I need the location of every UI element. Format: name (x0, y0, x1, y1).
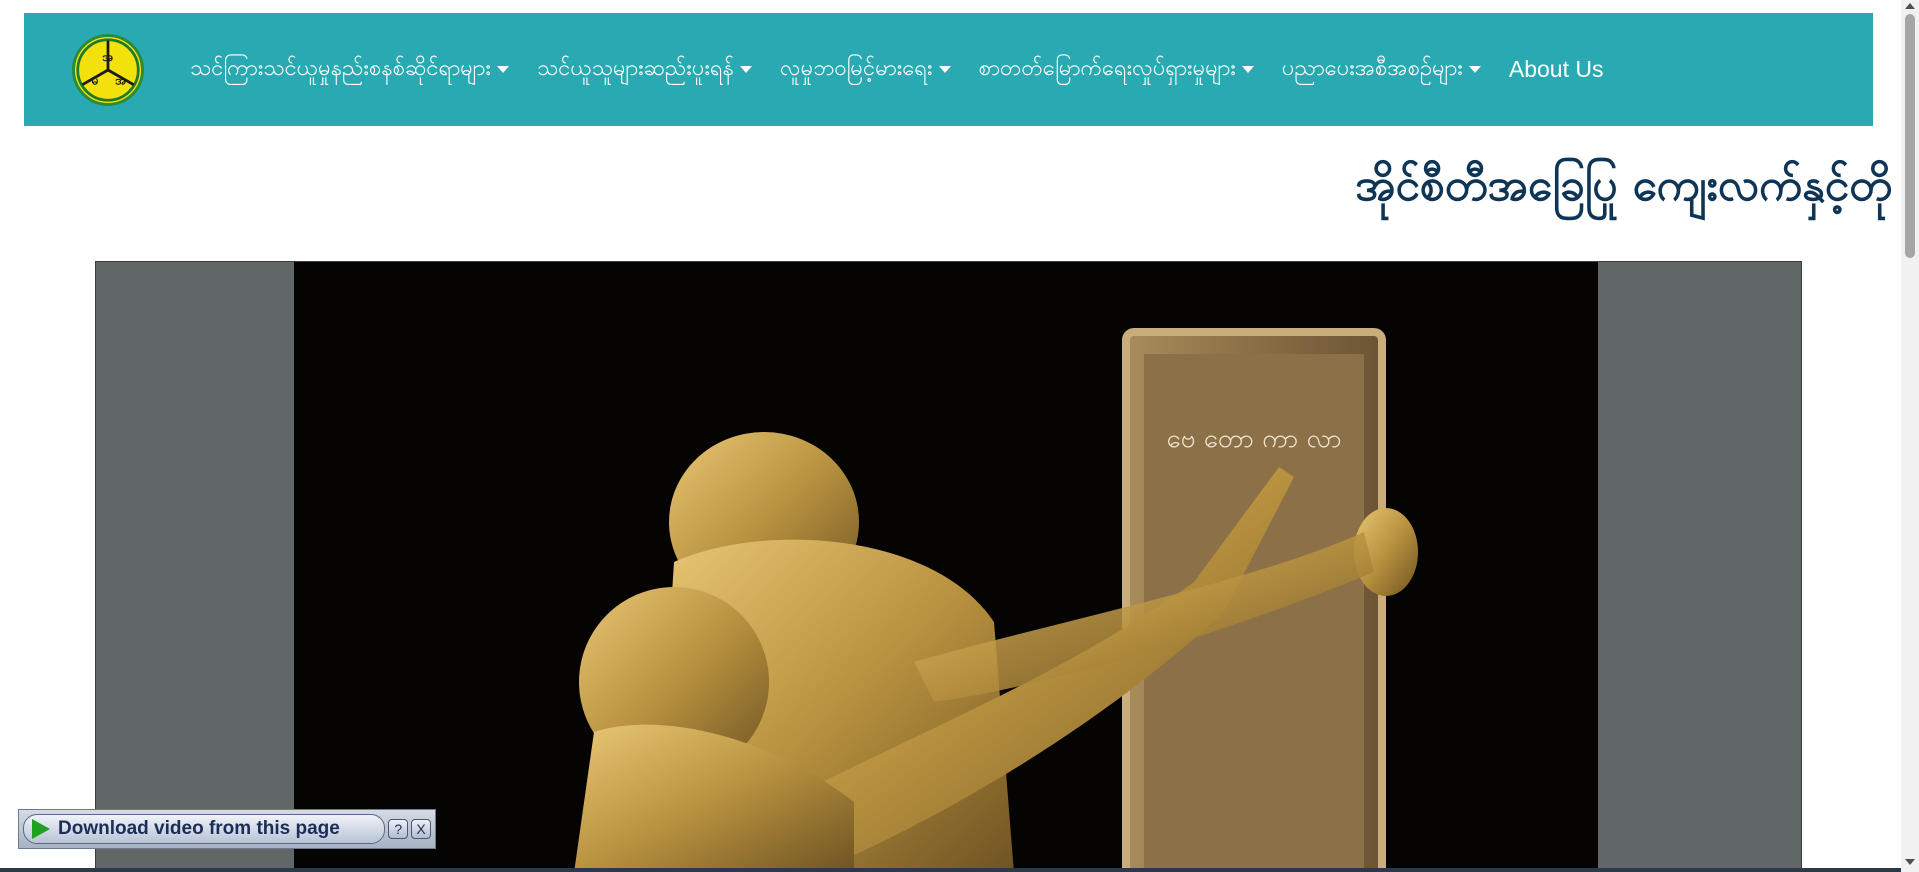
page: အ မ အ သင်ကြားသင်ယူမှုနည်းစနစ်ဆိုင်ရာများ… (0, 0, 1919, 872)
bottom-edge-strip (0, 868, 1901, 872)
svg-text:ဗေ တော ကာ လာ: ဗေ တော ကာ လာ (1166, 424, 1341, 454)
nav-item-social-welfare[interactable]: လူမှုဘဝမြင့်မားရေး (766, 13, 965, 126)
vertical-scrollbar[interactable] (1901, 0, 1919, 872)
caret-down-icon (938, 66, 951, 73)
nav-item-literacy-activities[interactable]: စာတတ်မြောက်ရေးလှုပ်ရှားမှုများ (965, 13, 1268, 126)
nav-item-label: သင်ယူသူများဆည်းပူးရန် (536, 56, 734, 81)
scroll-down-arrow-icon[interactable] (1905, 859, 1915, 865)
play-icon (32, 819, 50, 839)
nav-item-label: လူမှုဘဝမြင့်မားရေး (780, 56, 933, 81)
golden-statue-image: ဗေ တော ကာ လာ (294, 262, 1598, 872)
caret-down-icon (496, 66, 509, 73)
scroll-up-arrow-icon[interactable] (1905, 3, 1915, 9)
logo-emblem-icon: အ မ အ (76, 38, 140, 102)
svg-text:အ: အ (114, 74, 126, 88)
caret-down-icon (1241, 66, 1254, 73)
nav-item-teaching-methods[interactable]: သင်ကြားသင်ယူမှုနည်းစနစ်ဆိုင်ရာများ (176, 13, 523, 126)
nav-item-learner-resources[interactable]: သင်ယူသူများဆည်းပူးရန် (523, 13, 766, 126)
svg-text:မ: မ (91, 74, 99, 88)
svg-text:အ: အ (102, 50, 114, 64)
download-video-label: Download video from this page (58, 818, 340, 839)
video-player[interactable]: ဗေ တော ကာ လာ (95, 261, 1802, 872)
nav-item-label: စာတတ်မြောက်ရေးလှုပ်ရှားမှုများ (978, 56, 1236, 81)
download-video-bar: Download video from this page ? X (18, 809, 436, 849)
nav-item-education-programs[interactable]: ပညာပေးအစီအစဉ်များ (1268, 13, 1495, 126)
nav-item-label: သင်ကြားသင်ယူမှုနည်းစနစ်ဆိုင်ရာများ (190, 56, 491, 81)
nav-menu: သင်ကြားသင်ယူမှုနည်းစနစ်ဆိုင်ရာများ သင်ယူ… (176, 13, 1617, 126)
page-title: အိုင်စီတီအခြေပြု ကျေးလက်နှင့်တို (1355, 160, 1892, 211)
nav-item-about-us[interactable]: About Us (1495, 13, 1618, 126)
close-button[interactable]: X (411, 819, 431, 839)
nav-item-label: ပညာပေးအစီအစဉ်များ (1281, 56, 1463, 81)
site-logo[interactable]: အ မ အ (72, 34, 144, 106)
download-video-button[interactable]: Download video from this page (23, 814, 386, 844)
scrollbar-thumb[interactable] (1905, 14, 1915, 258)
caret-down-icon (1468, 66, 1481, 73)
top-navbar: အ မ အ သင်ကြားသင်ယူမှုနည်းစနစ်ဆိုင်ရာများ… (24, 13, 1873, 126)
caret-down-icon (740, 66, 752, 73)
help-button[interactable]: ? (388, 819, 409, 839)
video-frame-image[interactable]: ဗေ တော ကာ လာ (294, 262, 1598, 872)
